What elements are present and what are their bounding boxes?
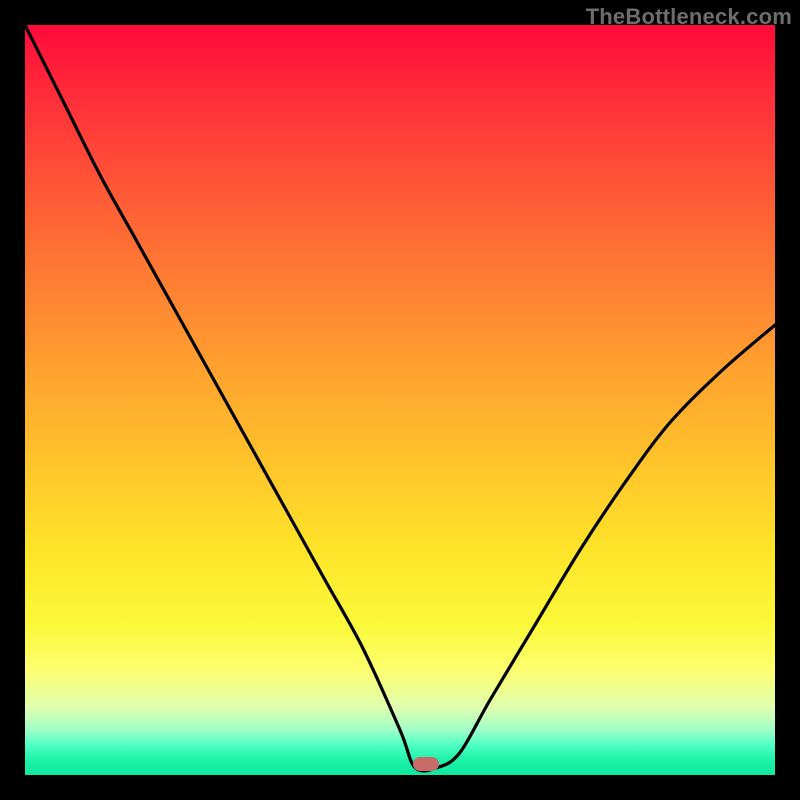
minimum-marker <box>413 757 439 771</box>
bottleneck-curve-path <box>25 25 775 771</box>
curve-svg <box>25 25 775 775</box>
plot-area <box>25 25 775 775</box>
watermark-text: TheBottleneck.com <box>586 4 792 30</box>
chart-frame: TheBottleneck.com <box>0 0 800 800</box>
